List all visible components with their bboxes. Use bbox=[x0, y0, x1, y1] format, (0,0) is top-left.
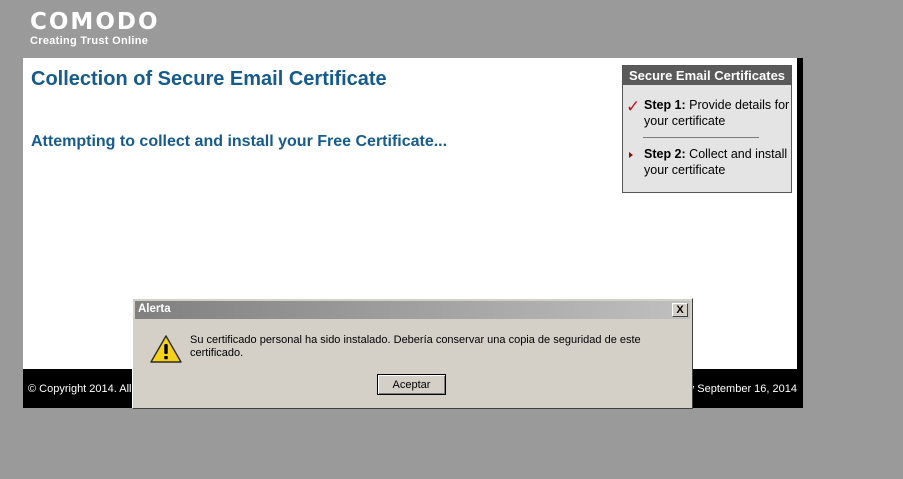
step-divider bbox=[643, 137, 759, 138]
page-title: Collection of Secure Email Certificate bbox=[31, 68, 387, 90]
comodo-logo: COMODO bbox=[30, 9, 160, 35]
arrow-icon bbox=[629, 152, 633, 158]
dialog-message: Su certificado personal ha sido instalad… bbox=[190, 334, 641, 359]
status-message: Attempting to collect and install your F… bbox=[31, 133, 448, 150]
steps-panel: Secure Email Certificates ✓ Step 1: Prov… bbox=[622, 65, 792, 193]
content-border bbox=[797, 58, 803, 369]
accept-button[interactable]: Aceptar bbox=[377, 374, 446, 395]
steps-panel-header: Secure Email Certificates bbox=[623, 66, 791, 85]
step-2: Step 2: Collect and install your certifi… bbox=[623, 146, 791, 178]
warning-icon bbox=[150, 335, 182, 363]
dialog-title: Alerta bbox=[138, 303, 171, 315]
brand-tagline: Creating Trust Online bbox=[30, 35, 149, 47]
comodo-brand: COMODO Creating Trust Online bbox=[30, 10, 160, 47]
step-1-label: Step 1: bbox=[644, 98, 686, 112]
step-2-label: Step 2: bbox=[644, 147, 686, 161]
dialog-titlebar[interactable]: Alerta X bbox=[135, 301, 690, 319]
alert-dialog: Alerta X Su certificado personal ha sido… bbox=[132, 298, 693, 409]
step-1: ✓ Step 1: Provide details for your certi… bbox=[623, 97, 791, 129]
footer-copyright: © Copyright 2014. All bbox=[28, 383, 132, 395]
close-button[interactable]: X bbox=[672, 303, 688, 317]
footer-date: y September 16, 2014 bbox=[688, 383, 797, 395]
check-icon: ✓ bbox=[626, 97, 641, 116]
